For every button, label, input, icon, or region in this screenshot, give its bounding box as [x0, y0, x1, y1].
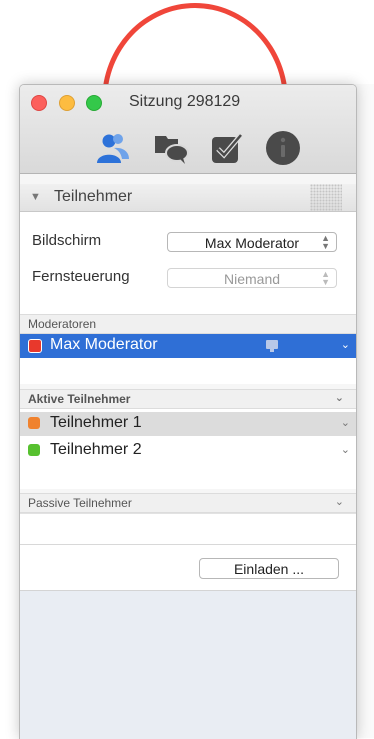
screen-label: Bildschirm: [32, 232, 102, 249]
status-orange-icon: [28, 417, 40, 429]
chat-icon[interactable]: [152, 129, 190, 167]
status-green-icon: [28, 444, 40, 456]
divider: [20, 544, 356, 545]
participant-name: Teilnehmer 1: [50, 414, 142, 431]
chevron-down-icon[interactable]: ⌄: [335, 495, 344, 508]
section-moderators: Moderatoren: [20, 314, 356, 334]
updown-chevron-icon: ▲ ▼: [321, 233, 330, 251]
zoom-button[interactable]: [86, 95, 102, 111]
list-item[interactable]: Teilnehmer 2 ⌄: [20, 439, 356, 463]
participants-icon[interactable]: [94, 129, 132, 167]
list-item[interactable]: Max Moderator ⌄: [20, 334, 356, 358]
section-moderators-title: Moderatoren: [28, 317, 97, 331]
screen-select-value: Max Moderator: [204, 235, 300, 251]
screen-select[interactable]: Max Moderator ▲ ▼: [167, 232, 337, 252]
section-active[interactable]: Aktive Teilnehmer ⌄: [20, 389, 356, 409]
chevron-down-icon[interactable]: ⌄: [335, 391, 344, 404]
title-bar: Sitzung 298129: [20, 85, 356, 174]
empty-panel-area: [20, 590, 356, 739]
close-button[interactable]: [31, 95, 47, 111]
background-strip: [355, 84, 374, 738]
status-red-icon: [28, 339, 42, 353]
resize-grip[interactable]: [310, 184, 342, 211]
minimize-button[interactable]: [59, 95, 75, 111]
remote-control-label: Fernsteuerung: [32, 268, 130, 285]
remote-control-select-value: Niemand: [223, 271, 281, 287]
invite-button[interactable]: Einladen ...: [199, 558, 339, 579]
screen-settings: Bildschirm Max Moderator ▲ ▼ Fernsteuerun…: [20, 212, 356, 315]
screen-share-icon: [266, 340, 278, 352]
updown-chevron-icon: ▲ ▼: [321, 269, 330, 287]
tasks-icon[interactable]: [208, 129, 246, 167]
participant-name: Teilnehmer 2: [50, 441, 142, 458]
moderators-list: Max Moderator ⌄: [20, 334, 356, 384]
section-active-title: Aktive Teilnehmer: [28, 392, 131, 406]
participants-panel-header[interactable]: ▼ Teilnehmer: [20, 184, 356, 212]
participant-name: Max Moderator: [50, 336, 158, 353]
list-item[interactable]: Teilnehmer 1 ⌄: [20, 412, 356, 436]
active-list: Teilnehmer 1 ⌄ Teilnehmer 2 ⌄: [20, 409, 356, 489]
window-title: Sitzung 298129: [129, 93, 241, 110]
section-passive[interactable]: Passive Teilnehmer ⌄: [20, 493, 356, 513]
info-icon[interactable]: [264, 129, 302, 167]
section-passive-title: Passive Teilnehmer: [28, 496, 132, 510]
chevron-down-icon[interactable]: ⌄: [341, 338, 350, 351]
panel-title: Teilnehmer: [54, 188, 133, 205]
disclosure-triangle-icon[interactable]: ▼: [30, 191, 41, 203]
session-window: Sitzung 298129 ▼ Teilnehmer Bildschirm M…: [19, 84, 357, 739]
chevron-down-icon[interactable]: ⌄: [341, 416, 350, 429]
chevron-down-icon[interactable]: ⌄: [341, 443, 350, 456]
remote-control-select[interactable]: Niemand ▲ ▼: [167, 268, 337, 288]
